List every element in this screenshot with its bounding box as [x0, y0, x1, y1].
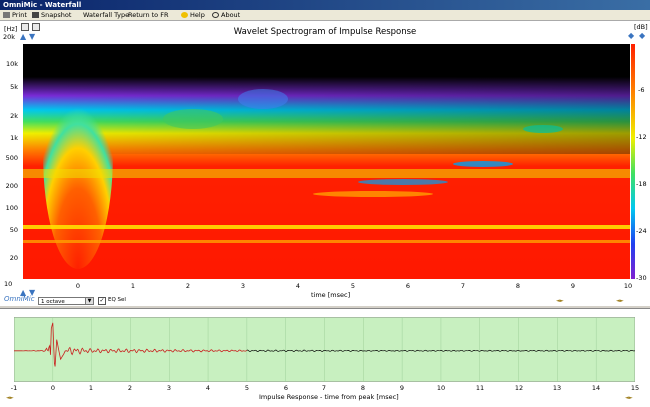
spectrogram-heatmap	[23, 44, 630, 279]
scale-left-arrow-icon[interactable]: ◆	[628, 32, 634, 40]
about-icon	[212, 12, 219, 18]
scale-tick-label: -24	[636, 227, 647, 235]
menu-waterfall-type[interactable]: Waterfall Type	[83, 10, 129, 20]
blob-4	[523, 125, 563, 133]
impulse-x-tick-label: 5	[244, 384, 250, 392]
x-tick-label: 4	[295, 282, 301, 290]
y-down-arrow-icon[interactable]: ▼	[29, 33, 35, 41]
x-tick-label: 2	[185, 282, 191, 290]
omnimic-logo: OmniMic	[4, 295, 35, 303]
impulse-x-tick-label: -1	[10, 384, 18, 392]
blob-3	[358, 179, 448, 185]
menu-bar: Print Snapshot Waterfall Type Return to …	[0, 10, 650, 21]
y-tick-label: 50	[9, 226, 18, 234]
window-title: OmniMic - Waterfall	[0, 0, 650, 10]
smoothing-select[interactable]: 1 octave ▼	[38, 297, 94, 305]
y-tick-label: 100	[5, 204, 18, 212]
scale-right-arrow-icon[interactable]: ◆	[639, 32, 645, 40]
x-tick-label: 9	[570, 282, 576, 290]
impulse-scroll-left-icon[interactable]: ◄►	[6, 394, 14, 402]
x-tick-label: 0	[75, 282, 81, 290]
scale-tick-label: -12	[636, 133, 647, 141]
impulse-x-axis-title: Impulse Response - time from peak [msec]	[259, 393, 399, 401]
impulse-plot	[14, 317, 635, 382]
blob-2	[453, 161, 513, 167]
scroll-left-icon[interactable]: ◄►	[556, 297, 564, 305]
zoom-out-button[interactable]	[32, 23, 40, 31]
x-tick-label: 3	[240, 282, 246, 290]
impulse-x-tick-label: 4	[205, 384, 211, 392]
colorbar	[631, 44, 635, 279]
menu-snapshot[interactable]: Snapshot	[32, 10, 71, 20]
eq-checkbox[interactable]: ✓ EQ Sel	[98, 297, 126, 305]
scale-tick-label: -30	[636, 274, 647, 282]
zoom-in-button[interactable]	[21, 23, 29, 31]
scale-units-label: [dB]	[634, 23, 648, 31]
y-tick-label: 20	[9, 254, 18, 262]
x-tick-label: 10	[623, 282, 633, 290]
x-axis-title: time [msec]	[311, 291, 351, 299]
impulse-x-tick-label: 9	[399, 384, 405, 392]
x-tick-label: 5	[350, 282, 356, 290]
menu-about[interactable]: About	[212, 10, 240, 20]
chevron-down-icon: ▼	[85, 298, 93, 304]
band-yellow-2	[23, 225, 630, 229]
help-icon	[181, 12, 188, 18]
y-bottom-label: 10	[4, 280, 13, 288]
scale-tick-label: -6	[638, 86, 645, 94]
impulse-x-tick-label: 13	[552, 384, 562, 392]
menu-print[interactable]: Print	[3, 10, 27, 20]
y-units-label: [Hz]	[4, 25, 18, 33]
x-tick-label: 6	[405, 282, 411, 290]
impulse-x-tick-label: 2	[127, 384, 133, 392]
menu-help[interactable]: Help	[181, 10, 205, 20]
impulse-x-tick-label: 1	[88, 384, 94, 392]
impulse-x-tick-label: 10	[436, 384, 446, 392]
y-tick-label: 10k	[5, 60, 18, 68]
y-tick-label: 200	[5, 182, 18, 190]
colorbar-fill	[631, 44, 635, 279]
menu-return-to-fr[interactable]: Return to FR	[128, 10, 168, 20]
impulse-scroll-right-icon[interactable]: ◄►	[625, 394, 633, 402]
y-up-arrow-icon[interactable]: ▲	[20, 33, 26, 41]
x-tick-label: 1	[130, 282, 136, 290]
impulse-x-tick-label: 11	[475, 384, 485, 392]
impulse-x-tick-label: 14	[591, 384, 601, 392]
x-tick-label: 7	[460, 282, 466, 290]
blob-5	[163, 109, 223, 129]
impulse-x-tick-label: 7	[321, 384, 327, 392]
y-tick-label: 2k	[10, 112, 18, 120]
impulse-x-tick-label: 12	[514, 384, 524, 392]
y-tick-label: 500	[5, 154, 18, 162]
band-yellow	[23, 169, 630, 178]
impulse-spike	[43, 44, 113, 269]
x-tick-label: 8	[515, 282, 521, 290]
impulse-x-tick-label: 6	[283, 384, 289, 392]
scroll-right-icon[interactable]: ◄►	[616, 297, 624, 305]
y-tick-label: 5k	[10, 83, 18, 91]
spectrogram-title: Wavelet Spectrogram of Impulse Response	[233, 27, 417, 37]
printer-icon	[3, 12, 10, 18]
blob-6	[238, 89, 288, 109]
impulse-x-tick-label: 0	[50, 384, 56, 392]
impulse-x-tick-label: 15	[630, 384, 640, 392]
camera-icon	[32, 12, 39, 18]
y-top-label: 20k	[3, 33, 16, 41]
impulse-x-tick-label: 8	[360, 384, 366, 392]
check-icon: ✓	[98, 297, 106, 305]
blob-1	[313, 191, 433, 197]
heatmap-fade	[23, 44, 630, 154]
scale-tick-label: -18	[636, 180, 647, 188]
impulse-x-tick-label: 3	[166, 384, 172, 392]
band-orange	[23, 240, 630, 243]
y-tick-label: 1k	[10, 134, 18, 142]
